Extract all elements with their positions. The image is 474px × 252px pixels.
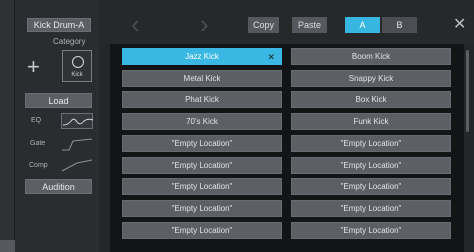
- preset-slot[interactable]: 70's Kick: [122, 113, 282, 130]
- close-icon[interactable]: ✕: [267, 52, 275, 63]
- chevron-right-icon[interactable]: ›: [200, 11, 209, 37]
- preset-slot[interactable]: Box Kick: [291, 91, 451, 108]
- preset-slot-label: Metal Kick: [183, 74, 221, 83]
- preset-slot[interactable]: Jazz Kick ✕: [122, 48, 282, 65]
- preset-slot-label: "Empty Location": [171, 204, 233, 213]
- preset-slot[interactable]: Boom Kick: [291, 48, 451, 65]
- comp-graph[interactable]: [61, 157, 93, 172]
- preset-slot[interactable]: "Empty Location": [122, 178, 282, 195]
- preset-slot-label: Boom Kick: [351, 52, 391, 61]
- preset-slot-label: "Empty Location": [171, 161, 233, 170]
- load-button[interactable]: Load: [25, 93, 92, 108]
- preset-slot-label: Funk Kick: [353, 117, 389, 126]
- comp-label: Comp: [29, 162, 48, 169]
- eq-graph[interactable]: [61, 113, 94, 129]
- paste-button[interactable]: Paste: [292, 17, 327, 33]
- circle-icon: [72, 56, 84, 68]
- preset-slot-label: Box Kick: [355, 95, 387, 104]
- preset-slot[interactable]: "Empty Location": [291, 222, 451, 239]
- category-selector[interactable]: Kick: [62, 50, 92, 82]
- preset-slot-label: "Empty Location": [340, 226, 402, 235]
- add-icon[interactable]: +: [27, 56, 40, 78]
- preset-slot-label: Phat Kick: [185, 95, 219, 104]
- preset-slot-label: "Empty Location": [171, 139, 233, 148]
- category-label: Category: [53, 37, 86, 46]
- preset-slot-label: "Empty Location": [171, 182, 233, 191]
- preset-slot[interactable]: Snappy Kick: [291, 70, 451, 87]
- category-value: Kick: [71, 72, 83, 78]
- scrollbar[interactable]: [466, 50, 469, 132]
- eq-label: EQ: [31, 117, 42, 124]
- preset-slot[interactable]: "Empty Location": [122, 157, 282, 174]
- preset-slot-label: 70's Kick: [186, 117, 218, 126]
- gate-graph[interactable]: [61, 136, 93, 151]
- preset-slot-label: "Empty Location": [340, 182, 402, 191]
- preset-slot[interactable]: "Empty Location": [122, 200, 282, 217]
- toolbar: [100, 0, 474, 44]
- chevron-left-icon[interactable]: ‹: [131, 11, 140, 37]
- preset-slot-label: "Empty Location": [340, 161, 402, 170]
- a-button[interactable]: A: [345, 17, 380, 33]
- preset-slot-label: Snappy Kick: [348, 74, 394, 83]
- preset-slot[interactable]: "Empty Location": [122, 135, 282, 152]
- preset-slot[interactable]: Metal Kick: [122, 70, 282, 87]
- left-edge: [0, 0, 15, 252]
- preset-name-field[interactable]: Kick Drum-A: [27, 18, 91, 32]
- b-button[interactable]: B: [382, 17, 417, 33]
- preset-slot-label: "Empty Location": [171, 226, 233, 235]
- preset-slot[interactable]: "Empty Location": [291, 135, 451, 152]
- preset-slot[interactable]: Funk Kick: [291, 113, 451, 130]
- preset-slot[interactable]: "Empty Location": [291, 178, 451, 195]
- preset-slot[interactable]: Phat Kick: [122, 91, 282, 108]
- preset-slot-label: "Empty Location": [340, 204, 402, 213]
- audition-button[interactable]: Audition: [25, 179, 92, 194]
- preset-slot[interactable]: "Empty Location": [291, 200, 451, 217]
- close-icon[interactable]: ✕: [453, 17, 466, 33]
- sidebar: Kick Drum-A Category + Kick Load EQ Gate…: [15, 0, 99, 252]
- preset-slot[interactable]: "Empty Location": [291, 157, 451, 174]
- gate-label: Gate: [30, 140, 46, 147]
- preset-slot-label: "Empty Location": [340, 139, 402, 148]
- copy-button[interactable]: Copy: [248, 17, 279, 33]
- preset-slot[interactable]: "Empty Location": [122, 222, 282, 239]
- preset-slot-label: Jazz Kick: [185, 52, 219, 61]
